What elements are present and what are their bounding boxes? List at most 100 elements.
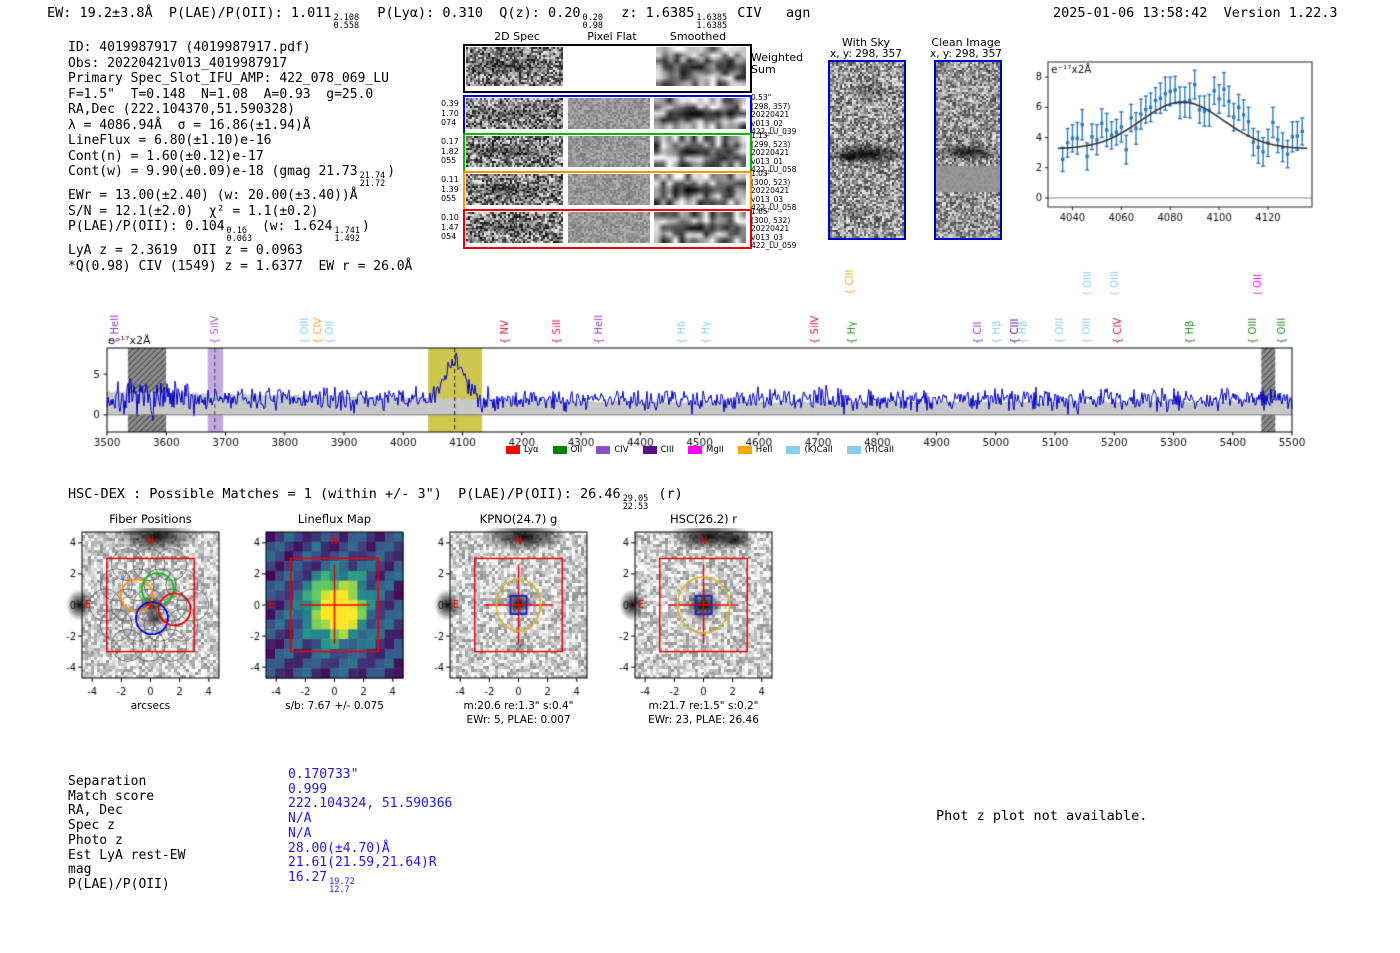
legend-label: (H)CaII <box>865 445 894 455</box>
fraction-lower: 0.558 <box>333 22 359 30</box>
info-line: LineFlux = 6.80(±1.10)e-16 <box>68 133 412 149</box>
twod-row-left-label: 1.47 <box>441 223 459 233</box>
hsc-dex-fraction: 29.0522.53 <box>623 495 649 511</box>
cutout-canvas-2 <box>416 528 621 698</box>
legend-entry: (H)CaII <box>847 445 894 455</box>
twod-row-left-label: 0.17 <box>441 137 459 147</box>
twod-strip-flat <box>568 174 650 205</box>
summary-header-fraction: 2.1080.558 <box>333 14 359 30</box>
match-table-value-text: 0.170733" <box>288 767 358 782</box>
with-sky-image <box>828 60 906 240</box>
info-line-text: Obs: 20220421v013_4019987917 <box>68 56 287 71</box>
legend-entry: HeII <box>738 445 773 455</box>
legend-swatch <box>688 446 702 454</box>
clean-image <box>934 60 1002 240</box>
info-line: F=1.5" T=0.148 N=1.08 A=0.93 g=25.0 <box>68 87 412 103</box>
twod-row-left-label: 054 <box>441 232 459 242</box>
legend-label: CIV <box>614 445 628 455</box>
match-table-value: 16.2719.7212.7 <box>288 870 357 894</box>
cutout-caption: EWr: 23, PLAE: 26.46 <box>594 714 814 726</box>
match-table-value: N/A <box>288 826 311 841</box>
twod-strip-smooth <box>654 136 746 167</box>
info-line: λ = 4086.94Å σ = 16.86(±1.94)Å <box>68 118 412 134</box>
fraction-lower: 0.98 <box>583 22 603 30</box>
legend-entry: MgII <box>688 445 724 455</box>
match-table-label: mag <box>68 862 91 877</box>
spectrum-legend: LyαOIICIVCIIIMgIIHeII(K)CaII(H)CaII <box>0 445 1400 457</box>
twod-row-left-labels: 0.101.47054 <box>441 213 459 242</box>
info-line: ID: 4019987917 (4019987917.pdf) <box>68 40 412 56</box>
match-table-value: 28.00(±4.70)Å <box>288 841 390 856</box>
legend-swatch <box>786 446 800 454</box>
twod-strip-smooth <box>654 212 746 243</box>
twod-strip-flat <box>568 212 650 243</box>
detection-info-block: ID: 4019987917 (4019987917.pdf)Obs: 2022… <box>68 40 412 274</box>
legend-swatch <box>738 446 752 454</box>
info-line: P(LAE)/P(OII): 0.1040.160.063 (w: 1.6241… <box>68 219 412 243</box>
info-line: EWr = 13.00(±2.40) (w: 20.00(±3.40))Å <box>68 188 412 204</box>
info-line-fraction: 0.160.063 <box>227 227 253 243</box>
twod-strip-flat <box>568 98 650 129</box>
twod-weighted-sum-label: Weighted Sum <box>751 52 803 76</box>
phot-z-note: Phot z plot not available. <box>936 808 1147 824</box>
twod-strip-spec <box>466 98 563 129</box>
info-line-text: F=1.5" T=0.148 N=1.08 A=0.93 g=25.0 <box>68 87 373 102</box>
legend-label: OII <box>571 445 583 455</box>
clean-image-coords: x, y: 298, 357 <box>918 48 1014 60</box>
summary-header-text: CIV agn <box>729 5 810 21</box>
match-table-label: RA, Dec <box>68 803 123 818</box>
cutout-caption: m:21.7 re:1.5" s:0.2" <box>594 700 814 712</box>
twod-strip-spec <box>466 136 563 167</box>
info-line-fraction: 21.7421.72 <box>360 172 386 188</box>
info-line-text: Cont(n) = 1.60(±0.12)e-17 <box>68 149 264 164</box>
match-table-value: N/A <box>288 811 311 826</box>
twod-row-left-label: 1.82 <box>441 147 459 157</box>
twod-row-left-labels: 0.391.70074 <box>441 99 459 128</box>
twod-strip-spec <box>466 174 563 205</box>
fraction-lower: 21.72 <box>360 180 386 188</box>
match-table-label: Match score <box>68 789 154 804</box>
twod-strip-flat <box>568 136 650 167</box>
twod-col-header: Pixel Flat <box>572 30 652 43</box>
cutout-canvas-3 <box>601 528 806 698</box>
legend-label: HeII <box>756 445 773 455</box>
match-table-value-text: 222.104324, 51.590366 <box>288 796 452 811</box>
match-table-value-text: N/A <box>288 826 311 841</box>
summary-header-text: P(Lyα): 0.310 Q(z): 0.20 <box>361 5 580 21</box>
twod-strip-smooth <box>654 174 746 205</box>
info-line: RA,Dec (222.104370,51.590328) <box>68 102 412 118</box>
match-table-value-text: N/A <box>288 811 311 826</box>
hsc-dex-text: HSC-DEX : Possible Matches = 1 (within +… <box>68 486 621 502</box>
elixer-report-page: EW: 19.2±3.8Å P(LAE)/P(OII): 1.0112.1080… <box>0 0 1400 953</box>
fraction-lower: 1.492 <box>334 235 360 243</box>
cutout-title: KPNO(24.7) g <box>439 512 599 526</box>
legend-swatch <box>553 446 567 454</box>
match-table-value-text: 0.999 <box>288 782 327 797</box>
twod-row-left-label: 0.39 <box>441 99 459 109</box>
info-line-fraction: 1.7411.492 <box>334 227 360 243</box>
twod-row-left-label: 074 <box>441 118 459 128</box>
twod-row-right-label: 422_LU_059 <box>751 242 796 251</box>
match-table-value-fraction: 19.7212.7 <box>329 878 355 894</box>
info-line: Obs: 20220421v013_4019987917 <box>68 56 412 72</box>
fraction-lower: 22.53 <box>623 503 649 511</box>
twod-strip-spec <box>466 47 563 86</box>
match-table-value-text: 21.61(21.59,21.64)R <box>288 855 437 870</box>
legend-swatch <box>643 446 657 454</box>
legend-swatch <box>847 446 861 454</box>
legend-entry: Lyα <box>506 445 539 455</box>
info-line-text: Primary Spec_Slot_IFU_AMP: 422_078_069_L… <box>68 71 389 86</box>
twod-row-left-label: 055 <box>441 156 459 166</box>
line-fit-zoom-chart <box>1020 42 1335 247</box>
twod-row-left-label: 0.10 <box>441 213 459 223</box>
match-table-label: Separation <box>68 774 146 789</box>
twod-row-left-label: 055 <box>441 194 459 204</box>
info-line-text: EWr = 13.00(±2.40) (w: 20.00(±3.40))Å <box>68 188 358 203</box>
legend-entry: CIII <box>643 445 674 455</box>
hsc-dex-match-header: HSC-DEX : Possible Matches = 1 (within +… <box>68 486 683 511</box>
info-line-text: LineFlux = 6.80(±1.10)e-16 <box>68 133 272 148</box>
info-line-text: RA,Dec (222.104370,51.590328) <box>68 102 295 117</box>
info-line: S/N = 12.1(±2.0) χ² = 1.1(±0.2) <box>68 204 412 220</box>
fraction-lower: 1.6385 <box>696 22 727 30</box>
twod-strip-smooth <box>654 98 746 129</box>
